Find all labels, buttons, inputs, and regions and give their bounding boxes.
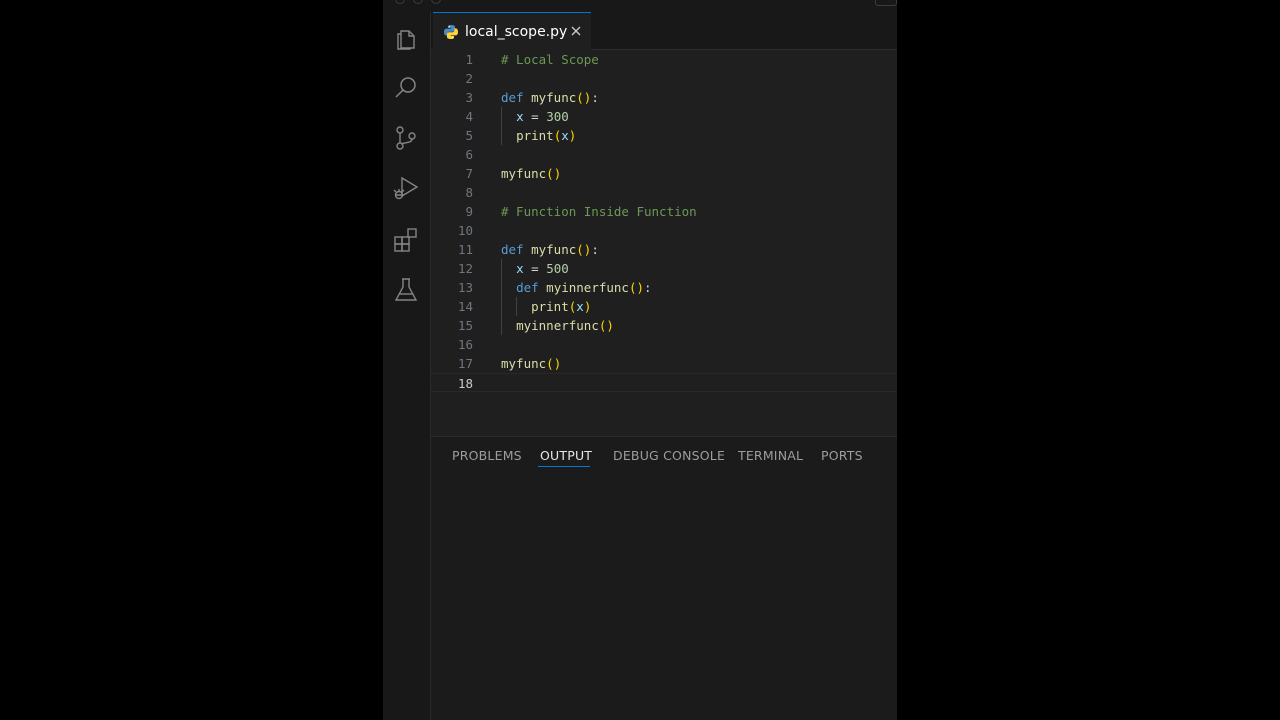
code-text: x = 500 <box>516 261 569 276</box>
indent-guide <box>501 297 502 316</box>
code-line[interactable]: 2 <box>431 69 897 88</box>
line-number: 15 <box>457 318 473 333</box>
code-text: # Local Scope <box>501 52 599 67</box>
line-number: 6 <box>465 147 473 162</box>
active-tab-indicator <box>538 466 590 467</box>
tab-filename: local_scope.py <box>465 23 568 40</box>
code-editor[interactable]: 1 # Local Scope 2 3 def myfunc(): 4 x = 300 5 … <box>431 50 897 436</box>
line-number: 2 <box>465 71 473 86</box>
testing-icon[interactable] <box>392 276 420 304</box>
vscode-window: local_scope.py 1 # Local Scope 2 3 def myfun… <box>383 0 897 720</box>
code-line[interactable]: 8 <box>431 183 897 202</box>
indent-guide <box>516 297 518 316</box>
code-text: def myinnerfunc(): <box>516 280 652 295</box>
line-number: 16 <box>457 337 473 352</box>
panel-tab-debug-console[interactable]: DEBUG CONSOLE <box>613 448 725 463</box>
line-number: 17 <box>457 356 473 371</box>
code-text: myfunc() <box>501 356 562 371</box>
source-control-icon[interactable] <box>392 124 420 152</box>
panel-tab-ports[interactable]: PORTS <box>821 448 863 463</box>
layout-button[interactable] <box>875 0 897 6</box>
code-text: # Function Inside Function <box>501 204 697 219</box>
line-number: 18 <box>457 376 473 391</box>
code-line[interactable]: 7 myfunc() <box>431 164 897 183</box>
indent-guide <box>501 259 502 278</box>
line-number: 4 <box>465 109 473 124</box>
line-number: 9 <box>465 204 473 219</box>
panel-tab-terminal[interactable]: TERMINAL <box>738 448 803 463</box>
close-tab-icon[interactable] <box>569 24 583 38</box>
editor-tabs-bar: local_scope.py <box>431 12 897 50</box>
code-line[interactable]: 6 <box>431 145 897 164</box>
code-line[interactable]: 18 <box>431 373 897 392</box>
line-number: 1 <box>465 52 473 67</box>
code-text: def myfunc(): <box>501 242 599 257</box>
line-number: 12 <box>457 261 473 276</box>
extensions-icon[interactable] <box>392 226 420 254</box>
code-text: def myfunc(): <box>501 90 599 105</box>
bottom-panel: PROBLEMS OUTPUT DEBUG CONSOLE TERMINAL P… <box>431 436 897 720</box>
code-line[interactable]: 1 # Local Scope <box>431 50 897 69</box>
indent-guide <box>501 126 502 145</box>
code-text: print(x) <box>516 128 577 143</box>
code-line[interactable]: 3 def myfunc(): <box>431 88 897 107</box>
indent-guide <box>501 316 502 335</box>
code-line[interactable]: 11 def myfunc(): <box>431 240 897 259</box>
python-file-icon <box>444 24 458 39</box>
activity-bar <box>383 12 431 720</box>
code-text: print(x) <box>531 299 592 314</box>
line-number: 14 <box>457 299 473 314</box>
code-text: myinnerfunc() <box>516 318 614 333</box>
line-number: 13 <box>457 280 473 295</box>
line-number: 5 <box>465 128 473 143</box>
code-line[interactable]: 17 myfunc() <box>431 354 897 373</box>
line-number: 3 <box>465 90 473 105</box>
code-line[interactable]: 10 <box>431 221 897 240</box>
minimize-window-button[interactable] <box>413 0 423 4</box>
code-line[interactable]: 16 <box>431 335 897 354</box>
indent-guide <box>501 107 502 126</box>
explorer-icon[interactable] <box>392 24 420 52</box>
code-line[interactable]: 9 # Function Inside Function <box>431 202 897 221</box>
close-window-button[interactable] <box>395 0 405 4</box>
line-number: 7 <box>465 166 473 181</box>
line-number: 10 <box>457 223 473 238</box>
indent-guide <box>501 278 502 297</box>
editor-tab-active[interactable]: local_scope.py <box>433 12 591 50</box>
search-icon[interactable] <box>392 74 420 102</box>
panel-tab-problems[interactable]: PROBLEMS <box>452 448 522 463</box>
run-debug-icon[interactable] <box>392 174 420 202</box>
title-bar <box>383 0 897 12</box>
maximize-window-button[interactable] <box>431 0 441 4</box>
line-number: 8 <box>465 185 473 200</box>
code-text: x = 300 <box>516 109 569 124</box>
code-text: myfunc() <box>501 166 562 181</box>
line-number: 11 <box>457 242 473 257</box>
panel-tab-output[interactable]: OUTPUT <box>540 448 592 463</box>
